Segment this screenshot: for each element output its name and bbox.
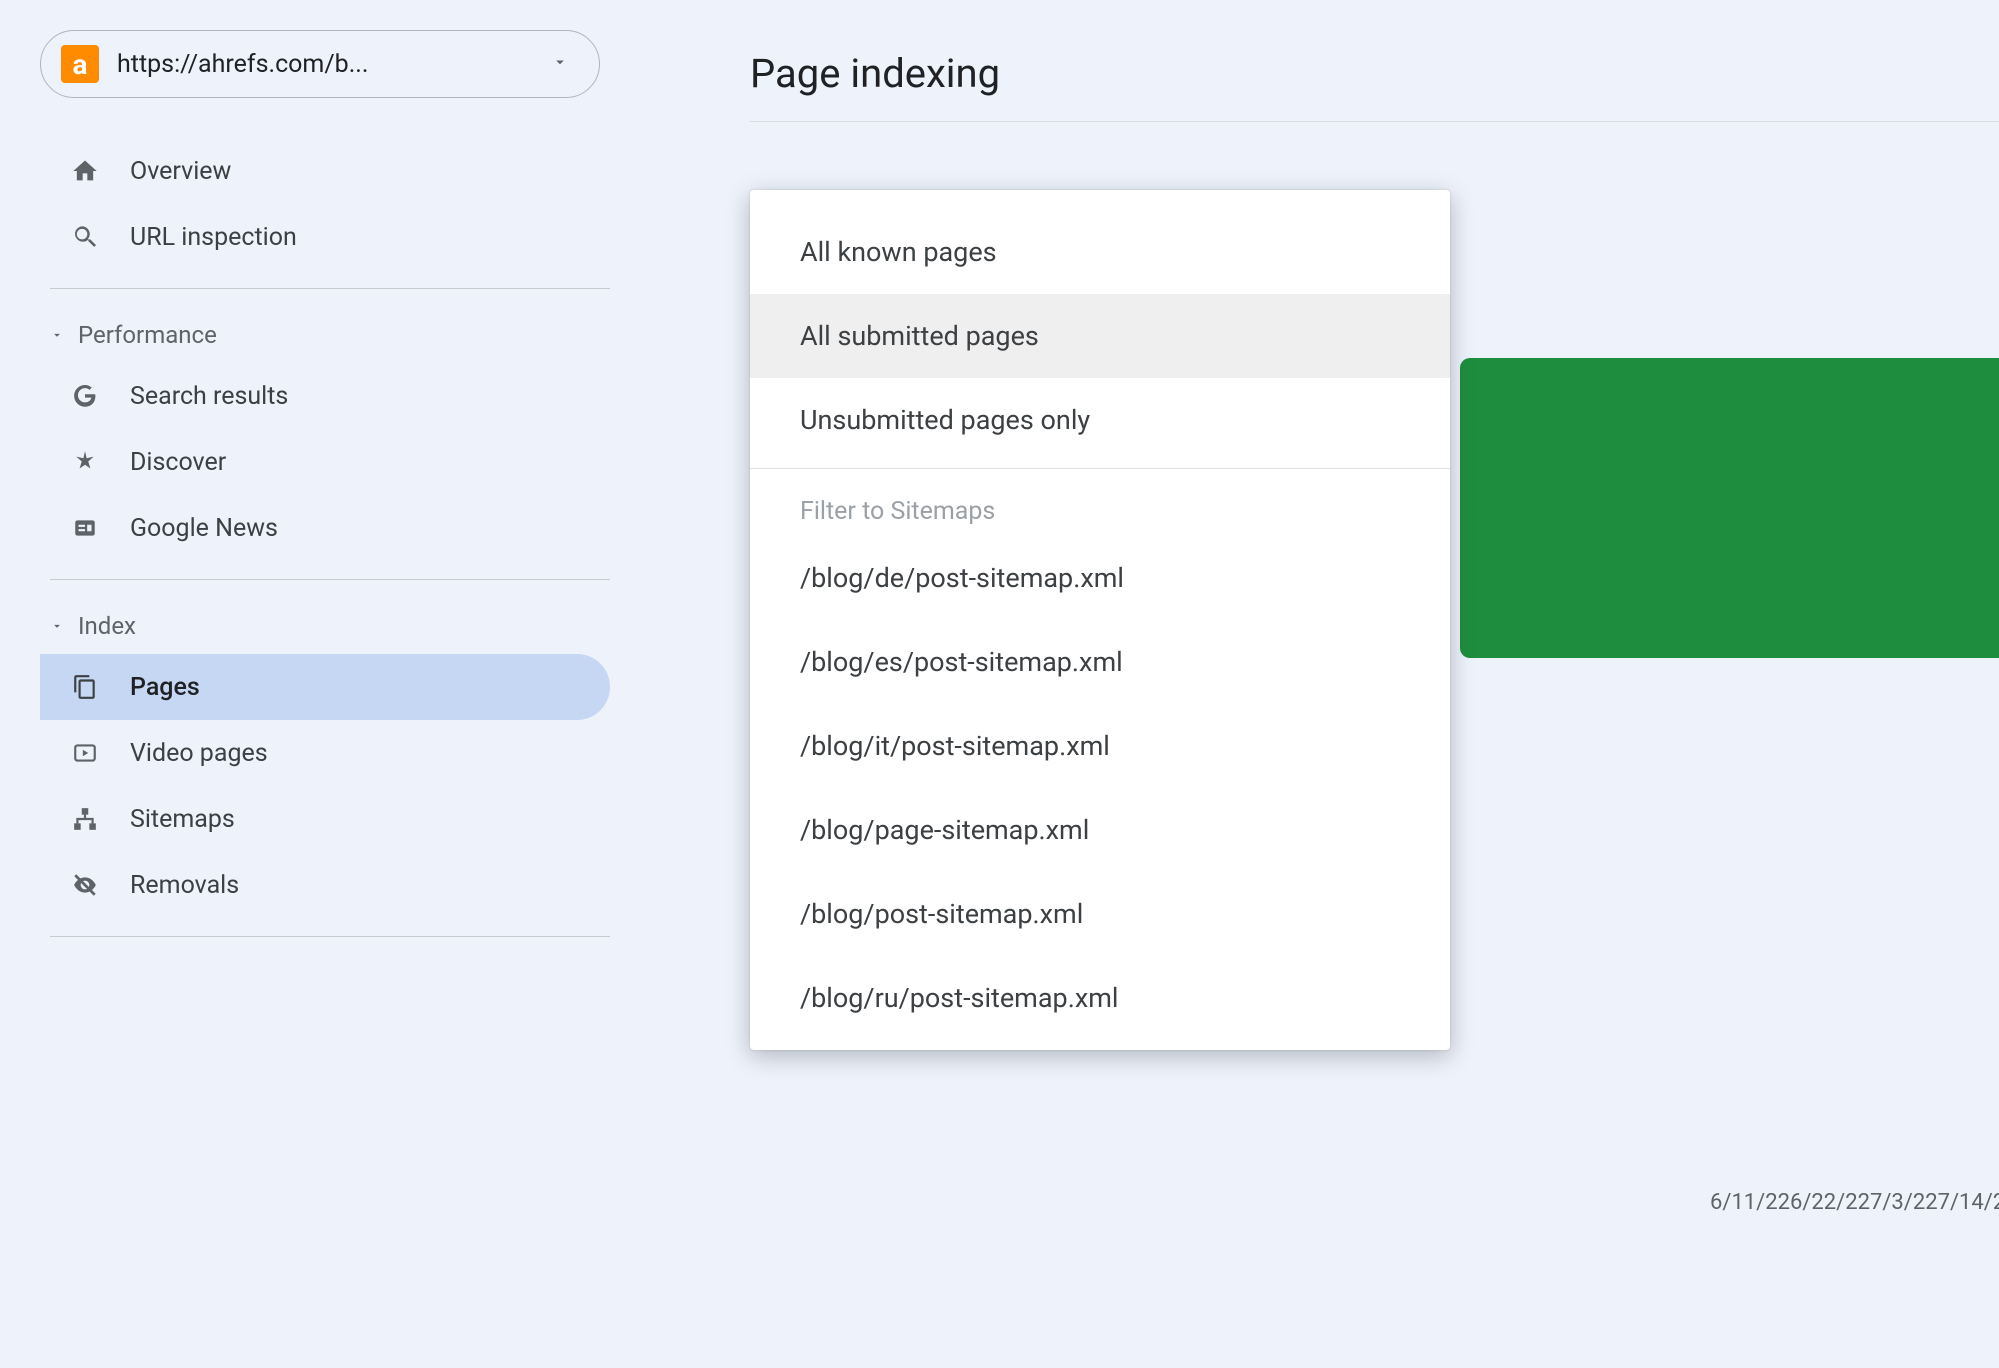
sidebar-item-google-news[interactable]: Google News: [40, 495, 610, 561]
property-selector[interactable]: a https://ahrefs.com/b...: [40, 30, 600, 98]
sitemap-icon: [70, 804, 100, 834]
caret-down-icon: [551, 53, 569, 76]
home-icon: [70, 156, 100, 186]
sidebar-item-label: Overview: [130, 157, 231, 186]
indexed-card[interactable]: Indexed .62K ?: [1460, 358, 1999, 658]
asterisk-icon: [70, 447, 100, 477]
sidebar-section-index[interactable]: Index: [40, 598, 610, 654]
google-icon: [70, 381, 100, 411]
chart: 6/11/226/22/227/3/227/14/22: [1460, 830, 1999, 1190]
sidebar-item-label: URL inspection: [130, 223, 297, 252]
caret-down-icon: [50, 328, 64, 342]
sidebar-item-label: Google News: [130, 514, 278, 543]
sidebar-item-discover[interactable]: Discover: [40, 429, 610, 495]
dropdown-section-label: Filter to Sitemaps: [750, 483, 1450, 536]
main: Page indexing Indexed .62K ? 6/11/226/22…: [640, 0, 1999, 1368]
sidebar-item-pages[interactable]: Pages: [40, 654, 610, 720]
dropdown-sitemap-option[interactable]: /blog/ru/post-sitemap.xml: [750, 956, 1450, 1040]
sidebar-section-performance[interactable]: Performance: [40, 307, 610, 363]
caret-down-icon: [50, 619, 64, 633]
page-title: Page indexing: [750, 50, 1999, 121]
divider: [750, 121, 1999, 122]
sidebar-item-label: Removals: [130, 871, 239, 900]
divider: [50, 579, 610, 580]
sidebar-item-url-inspection[interactable]: URL inspection: [40, 204, 610, 270]
x-tick: 7/3/22: [1870, 1190, 1938, 1215]
x-tick: 6/11/22: [1710, 1190, 1790, 1215]
sidebar: a https://ahrefs.com/b... Overview URL i…: [0, 0, 640, 1368]
nav: Overview URL inspection Performance Sear…: [40, 138, 610, 937]
pages-icon: [70, 672, 100, 702]
dropdown-sitemap-option[interactable]: /blog/post-sitemap.xml: [750, 872, 1450, 956]
dropdown-sitemap-option[interactable]: /blog/de/post-sitemap.xml: [750, 536, 1450, 620]
video-icon: [70, 738, 100, 768]
property-url: https://ahrefs.com/b...: [117, 50, 533, 79]
sidebar-item-label: Video pages: [130, 739, 268, 768]
section-label: Performance: [78, 321, 217, 349]
dropdown-option[interactable]: All known pages: [750, 210, 1450, 294]
divider: [50, 936, 610, 937]
sidebar-item-label: Search results: [130, 382, 288, 411]
sidebar-item-search-results[interactable]: Search results: [40, 363, 610, 429]
sidebar-item-sitemaps[interactable]: Sitemaps: [40, 786, 610, 852]
news-icon: [70, 513, 100, 543]
sidebar-item-label: Discover: [130, 448, 226, 477]
removals-icon: [70, 870, 100, 900]
divider: [750, 468, 1450, 469]
dropdown-option[interactable]: Unsubmitted pages only: [750, 378, 1450, 462]
dropdown-sitemap-option[interactable]: /blog/it/post-sitemap.xml: [750, 704, 1450, 788]
sidebar-item-label: Pages: [130, 673, 200, 702]
dropdown-option[interactable]: All submitted pages: [750, 294, 1450, 378]
sidebar-item-label: Sitemaps: [130, 805, 235, 834]
dropdown-sitemap-option[interactable]: /blog/es/post-sitemap.xml: [750, 620, 1450, 704]
divider: [50, 288, 610, 289]
section-label: Index: [78, 612, 136, 640]
search-icon: [70, 222, 100, 252]
sidebar-item-removals[interactable]: Removals: [40, 852, 610, 918]
sidebar-item-overview[interactable]: Overview: [40, 138, 610, 204]
x-tick: 6/22/22: [1790, 1190, 1870, 1215]
filter-dropdown: All known pagesAll submitted pagesUnsubm…: [750, 190, 1450, 1050]
sidebar-item-video-pages[interactable]: Video pages: [40, 720, 610, 786]
x-tick: 7/14/22: [1938, 1190, 1999, 1215]
property-logo: a: [61, 45, 99, 83]
dropdown-sitemap-option[interactable]: /blog/page-sitemap.xml: [750, 788, 1450, 872]
